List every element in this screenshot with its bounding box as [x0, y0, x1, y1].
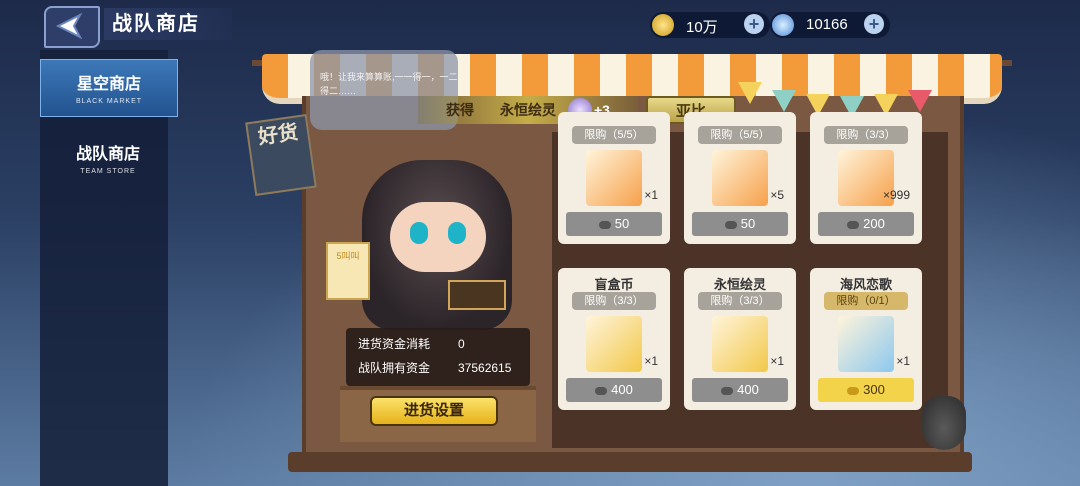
purchase-limit: 限购（0/1）	[824, 292, 908, 310]
sidebar-item-label: 战队商店	[75, 146, 140, 163]
shop-item-card[interactable]: 限购（5/5） ×1 50	[558, 112, 670, 244]
sidebar-item-sublabel: BLACK MARKET	[75, 98, 143, 105]
item-quantity: ×1	[896, 354, 910, 368]
add-gem-button[interactable]: +	[864, 14, 884, 34]
coin-icon	[721, 386, 734, 395]
blind-box-coin-icon	[586, 316, 642, 372]
price-value: 400	[611, 382, 633, 397]
item-quantity: ×999	[882, 188, 910, 202]
sidebar-item-label: 星空商店	[76, 76, 141, 93]
item-quantity: ×1	[770, 354, 784, 368]
item-quantity: ×1	[644, 354, 658, 368]
blue-crystal-shard-icon	[586, 150, 642, 206]
item-name: 海风恋歌	[839, 277, 892, 292]
gain-item-name: 永恒绘灵	[500, 102, 556, 118]
wanted-poster: 5叫叫	[326, 242, 370, 300]
sidebar-item-team-store[interactable]: 战队商店 TEAM STORE	[40, 130, 176, 186]
gem-currency: 10166 +	[770, 12, 890, 38]
purchase-limit: 限购（3/3）	[698, 292, 782, 310]
purchase-limit: 限购（5/5）	[698, 126, 782, 144]
buy-price-button[interactable]: 200	[818, 212, 914, 236]
abacus-icon	[448, 280, 506, 310]
price-value: 50	[740, 216, 756, 231]
buy-price-button[interactable]: 300	[818, 378, 914, 402]
shop-item-card[interactable]: 盲盒币 限购（3/3） ×1 400	[558, 268, 670, 410]
back-button[interactable]	[44, 6, 100, 48]
restock-settings-button[interactable]: 进货设置	[370, 396, 498, 426]
shop-item-card[interactable]: 限购（5/5） ×5 50	[684, 112, 796, 244]
page-title: 战队商店	[104, 8, 232, 40]
back-arrow-icon	[56, 13, 83, 39]
coin-icon	[595, 386, 608, 395]
purchase-limit: 限购（5/5）	[572, 126, 656, 144]
coin-icon	[847, 386, 860, 395]
gold-value: 10万	[686, 19, 718, 36]
blue-gem-stone-icon	[712, 150, 768, 206]
money-bag-icon[interactable]	[922, 396, 966, 450]
shop-item-card[interactable]: 限购（3/3） ×999 200	[810, 112, 922, 244]
gem-value: 10166	[806, 16, 848, 33]
item-quantity: ×5	[770, 188, 784, 202]
buy-price-button[interactable]: 400	[692, 378, 788, 402]
price-value: 300	[863, 382, 885, 397]
buy-price-button[interactable]: 50	[566, 212, 662, 236]
price-value: 50	[614, 216, 630, 231]
purchase-limit: 限购（3/3）	[824, 126, 908, 144]
item-name: 盲盒币	[594, 277, 634, 292]
eternal-spirit-orb-icon	[712, 316, 768, 372]
coin-icon	[598, 220, 611, 229]
eye-icon	[448, 222, 466, 244]
funds-spent-label: 进货资金消耗	[358, 337, 431, 351]
flag-icon	[738, 82, 762, 104]
merchant-face	[390, 202, 486, 272]
flag-icon	[772, 90, 796, 112]
funds-owned-row: 战队拥有资金 37562615	[358, 358, 528, 378]
crystal-medal-icon	[772, 14, 794, 36]
shop-item-card[interactable]: 海风恋歌 限购（0/1） ×1 300	[810, 268, 922, 410]
add-gold-button[interactable]: +	[744, 14, 764, 34]
buy-price-button[interactable]: 50	[692, 212, 788, 236]
funds-owned-label: 战队拥有资金	[358, 361, 431, 375]
stall-floor	[288, 452, 972, 472]
funds-owned-value: 37562615	[458, 361, 512, 375]
eye-icon	[410, 222, 428, 244]
shop-item-card[interactable]: 永恒绘灵 限购（3/3） ×1 400	[684, 268, 796, 410]
coin-icon	[724, 220, 737, 229]
funds-panel: 进货资金消耗 0 战队拥有资金 37562615	[346, 328, 530, 386]
price-value: 400	[737, 382, 759, 397]
top-bar: 战队商店 10万 + 10166 +	[0, 0, 1080, 50]
item-name: 永恒绘灵	[713, 277, 766, 292]
coin-icon	[847, 220, 860, 229]
flag-icon	[908, 90, 932, 112]
gain-label: 获得	[446, 102, 474, 118]
merchant-character[interactable]	[340, 130, 540, 340]
sea-breeze-cake-icon	[838, 316, 894, 372]
sidebar-item-black-market[interactable]: 星空商店 BLACK MARKET	[40, 59, 178, 117]
hanging-sign: 好货	[245, 114, 317, 196]
funds-spent-value: 0	[458, 337, 465, 351]
buy-price-button[interactable]: 400	[566, 378, 662, 402]
item-quantity: ×1	[644, 188, 658, 202]
funds-spent-row: 进货资金消耗 0	[358, 334, 528, 354]
sidebar-item-sublabel: TEAM STORE	[80, 168, 136, 175]
sidebar: 星空商店 BLACK MARKET 战队商店 TEAM STORE	[40, 50, 178, 486]
gold-currency: 10万 +	[650, 12, 770, 38]
gold-coins-icon	[652, 14, 674, 36]
price-value: 200	[863, 216, 885, 231]
purchase-limit: 限购（3/3）	[572, 292, 656, 310]
